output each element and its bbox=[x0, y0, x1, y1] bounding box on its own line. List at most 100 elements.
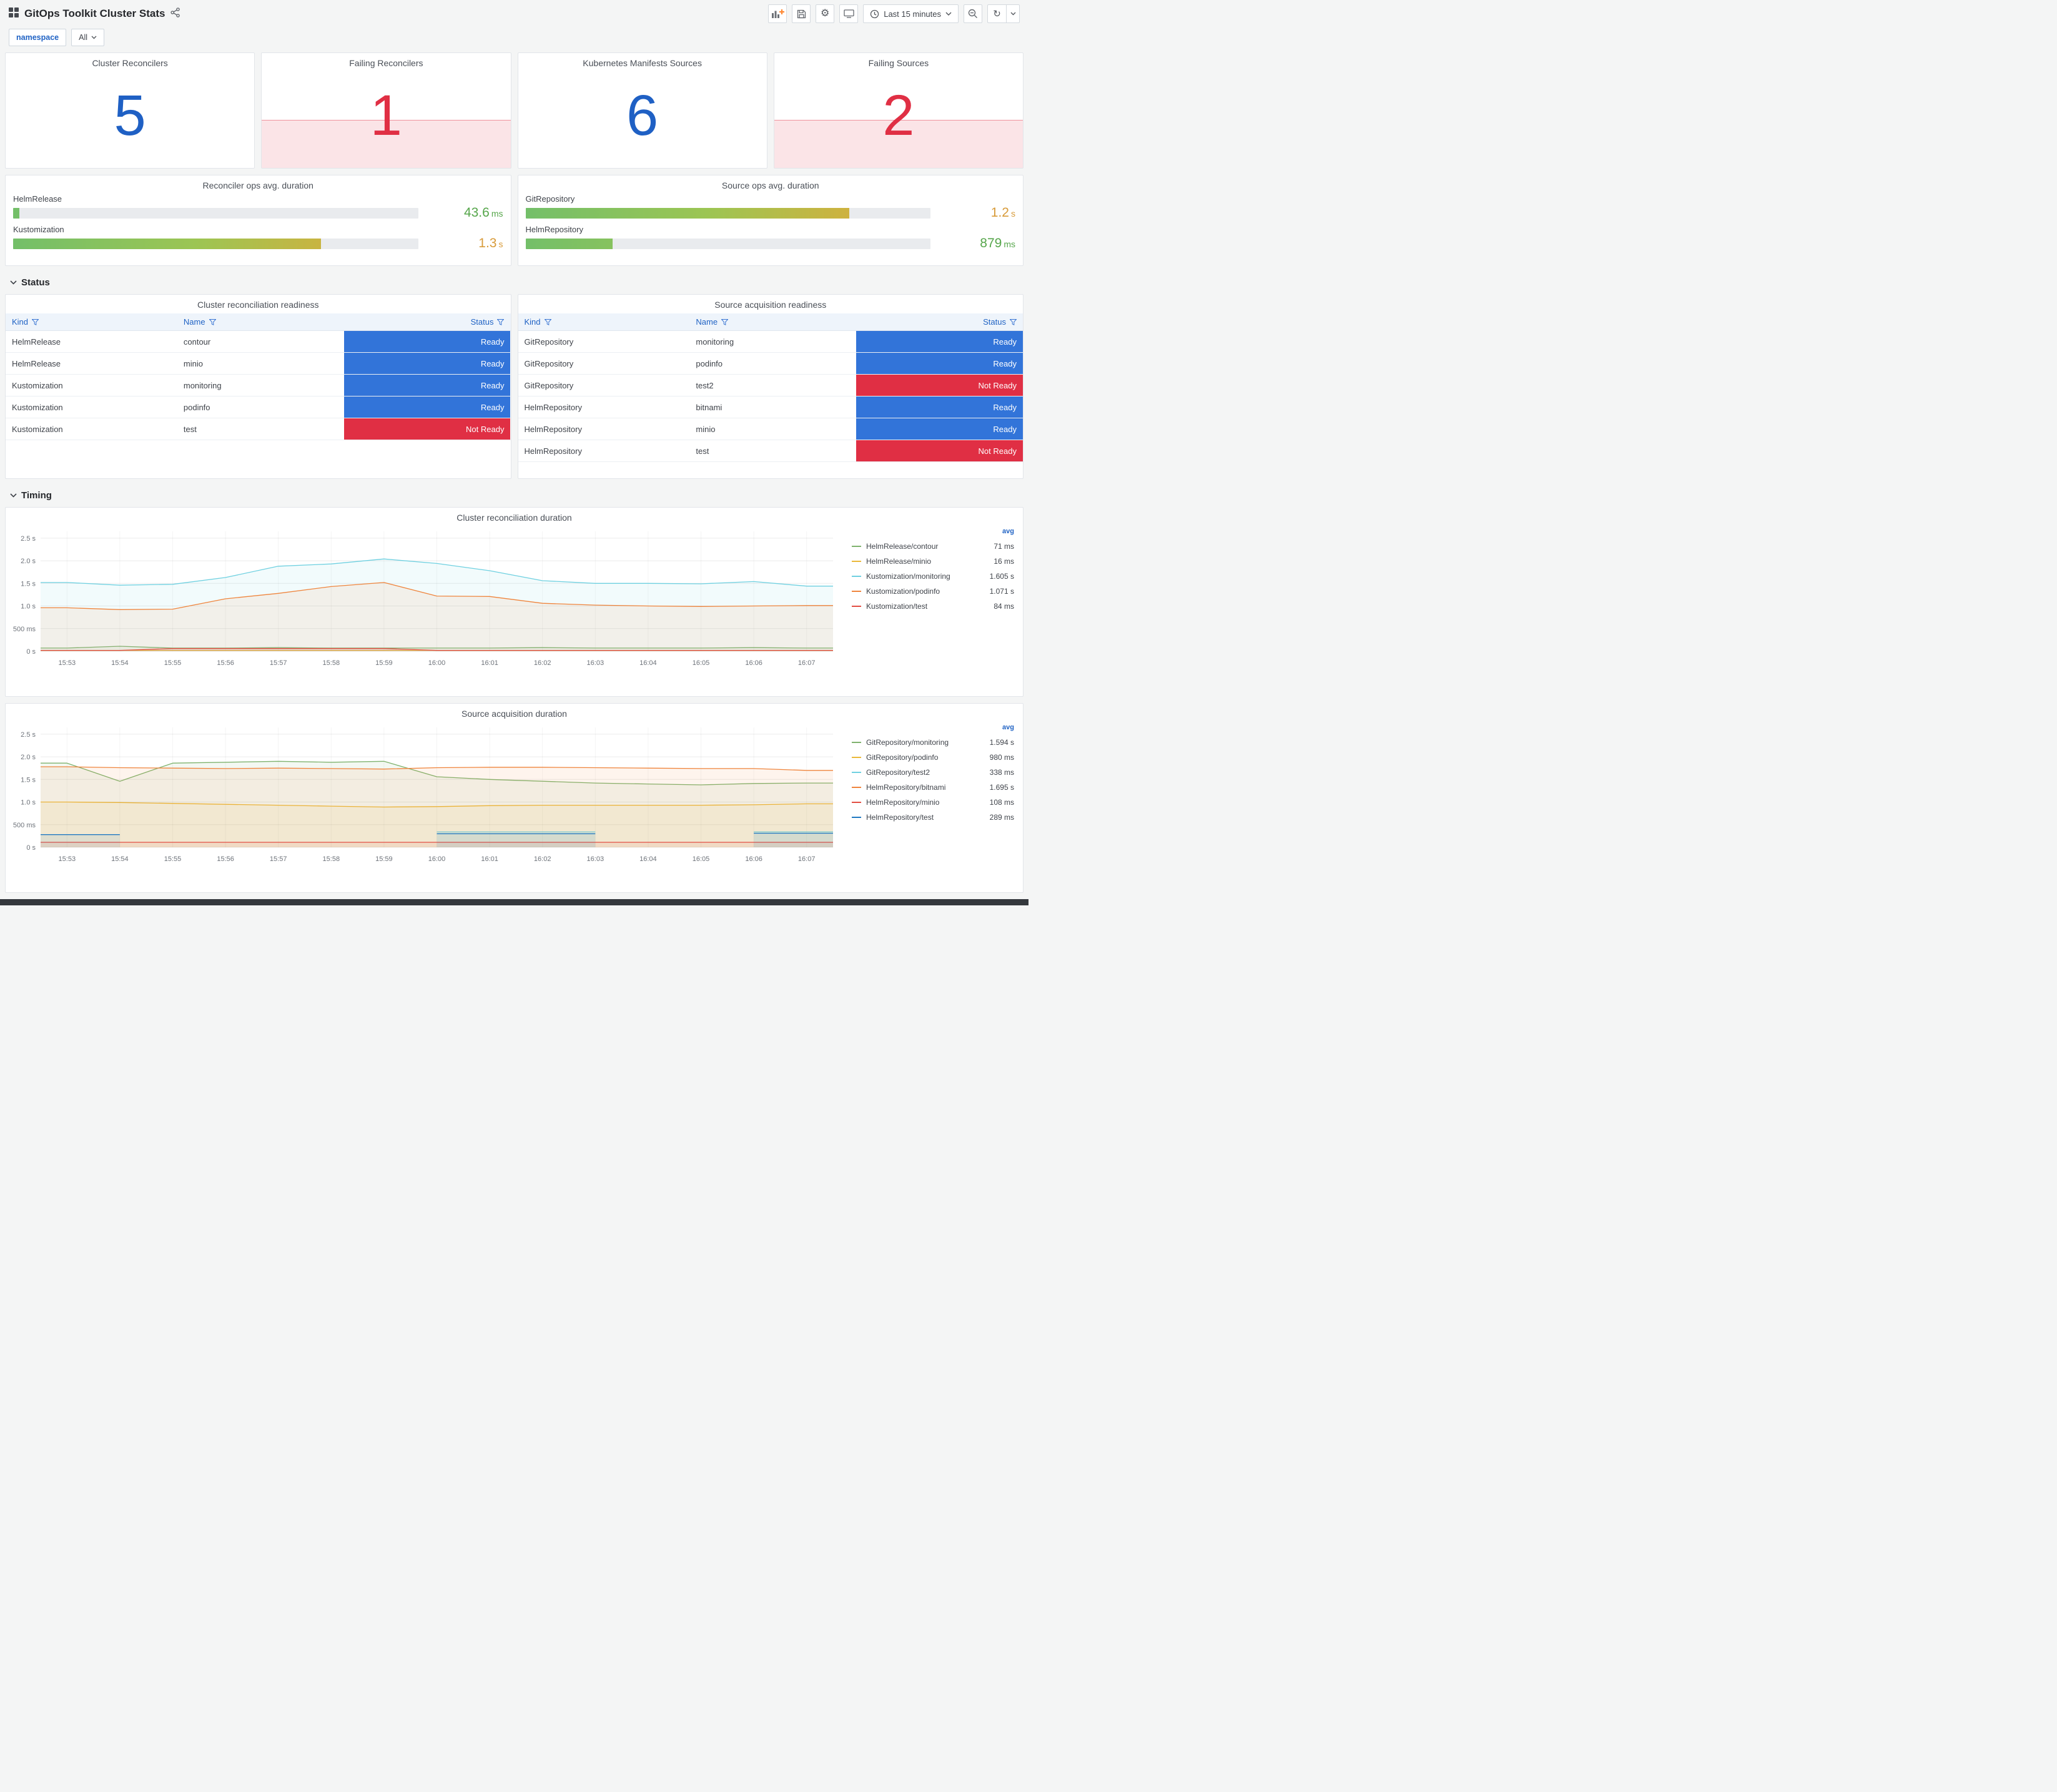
svg-text:15:53: 15:53 bbox=[59, 659, 76, 667]
column-header-name[interactable]: Name bbox=[689, 313, 856, 330]
gauge-label: GitRepository bbox=[525, 194, 575, 204]
toolbar: ⚙ Last 15 minutes ↻ bbox=[768, 4, 1020, 23]
column-header-status[interactable]: Status bbox=[856, 313, 1023, 330]
legend-item[interactable]: HelmRelease/contour 71 ms bbox=[852, 539, 1014, 554]
cell-kind: Kustomization bbox=[12, 424, 63, 434]
svg-text:500 ms: 500 ms bbox=[13, 822, 36, 829]
legend-item[interactable]: HelmRepository/bitnami 1.695 s bbox=[852, 780, 1014, 795]
refresh-interval-dropdown[interactable] bbox=[1006, 4, 1020, 23]
bar-gauge-row: Kustomization 1.3 s bbox=[13, 225, 503, 251]
legend-swatch bbox=[852, 576, 861, 577]
svg-text:16:03: 16:03 bbox=[587, 855, 604, 863]
table-row: GitRepository monitoring Ready bbox=[518, 331, 1023, 353]
svg-text:16:01: 16:01 bbox=[481, 855, 498, 863]
filter-funnel-icon bbox=[721, 318, 729, 325]
legend-item[interactable]: GitRepository/test2 338 ms bbox=[852, 765, 1014, 780]
stat-panel-manifests-sources: Kubernetes Manifests Sources 6 bbox=[517, 52, 767, 169]
cell-name: minio bbox=[696, 424, 716, 434]
legend-item[interactable]: HelmRepository/minio 108 ms bbox=[852, 795, 1014, 810]
filter-funnel-icon bbox=[209, 318, 216, 325]
legend-swatch bbox=[852, 591, 861, 592]
gauge-bar bbox=[525, 238, 613, 249]
chart-legend: avg GitRepository/monitoring 1.594 s GitRep… bbox=[846, 721, 1019, 890]
svg-text:1.0 s: 1.0 s bbox=[21, 799, 36, 807]
table-row: HelmRelease minio Ready bbox=[6, 353, 511, 375]
legend-series-name: HelmRelease/minio bbox=[866, 557, 932, 566]
legend-series-name: Kustomization/test bbox=[866, 602, 928, 611]
column-header-status[interactable]: Status bbox=[344, 313, 511, 330]
save-dashboard-button[interactable] bbox=[792, 4, 811, 23]
variable-value-dropdown[interactable]: All bbox=[71, 29, 105, 46]
share-icon[interactable] bbox=[170, 7, 180, 21]
legend-swatch bbox=[852, 817, 861, 818]
legend-avg-header: avg bbox=[1002, 528, 1014, 535]
panel-title: Source acquisition duration bbox=[461, 709, 567, 719]
legend-series-name: HelmRelease/contour bbox=[866, 542, 939, 551]
stat-value: 2 bbox=[882, 84, 915, 147]
legend-item[interactable]: HelmRepository/test 289 ms bbox=[852, 810, 1014, 825]
dashboard-header: GitOps Toolkit Cluster Stats ⚙ Last 15 m… bbox=[0, 0, 1028, 27]
panel-title: Cluster reconciliation readiness bbox=[197, 300, 319, 310]
variable-label-namespace[interactable]: namespace bbox=[9, 29, 67, 46]
legend-avg-value: 1.071 s bbox=[989, 587, 1014, 596]
svg-text:16:06: 16:06 bbox=[745, 855, 762, 863]
legend-item[interactable]: GitRepository/podinfo 980 ms bbox=[852, 750, 1014, 765]
cell-name: monitoring bbox=[183, 380, 222, 390]
legend-avg-value: 1.605 s bbox=[989, 572, 1014, 581]
filter-funnel-icon bbox=[544, 318, 551, 325]
column-header-kind[interactable]: Kind bbox=[518, 313, 690, 330]
refresh-button[interactable]: ↻ bbox=[987, 4, 1006, 23]
add-panel-button[interactable] bbox=[768, 4, 787, 23]
stat-value: 5 bbox=[114, 84, 146, 147]
stat-panel-cluster-reconcilers: Cluster Reconcilers 5 bbox=[5, 52, 255, 169]
time-range-picker[interactable]: Last 15 minutes bbox=[863, 4, 959, 23]
gauge-bar bbox=[13, 238, 321, 249]
section-status[interactable]: Status bbox=[5, 272, 1024, 294]
cell-name: test bbox=[183, 424, 197, 434]
legend-series-name: GitRepository/podinfo bbox=[866, 753, 939, 762]
table-body: GitRepository monitoring Ready GitRepositor… bbox=[518, 331, 1023, 462]
gauge-label: HelmRelease bbox=[13, 194, 62, 204]
time-range-label: Last 15 minutes bbox=[884, 9, 941, 19]
svg-text:15:53: 15:53 bbox=[59, 855, 76, 863]
svg-text:2.0 s: 2.0 s bbox=[21, 754, 36, 761]
legend-swatch bbox=[852, 606, 861, 607]
stat-panel-failing-sources: Failing Sources 2 bbox=[773, 52, 1024, 169]
zoom-out-button[interactable] bbox=[964, 4, 982, 23]
svg-text:1.0 s: 1.0 s bbox=[21, 603, 36, 611]
stat-panel-failing-reconcilers: Failing Reconcilers 1 bbox=[261, 52, 511, 169]
cycle-view-tv-button[interactable] bbox=[839, 4, 859, 23]
cell-kind: Kustomization bbox=[12, 380, 63, 390]
legend-item[interactable]: Kustomization/monitoring 1.605 s bbox=[852, 569, 1014, 584]
cell-kind: HelmRelease bbox=[12, 337, 61, 347]
gauge-bar bbox=[525, 207, 850, 219]
table-row: Kustomization monitoring Ready bbox=[6, 375, 511, 396]
cell-kind: GitRepository bbox=[524, 337, 574, 347]
gauge-value: 1.2 s bbox=[990, 205, 1015, 220]
gauge-value: 879 ms bbox=[980, 236, 1015, 250]
legend-item[interactable]: HelmRelease/minio 16 ms bbox=[852, 554, 1014, 569]
cell-kind: HelmRepository bbox=[524, 446, 582, 456]
settings-gear-button[interactable]: ⚙ bbox=[816, 4, 835, 23]
cell-kind: HelmRepository bbox=[524, 424, 582, 434]
legend-item[interactable]: GitRepository/monitoring 1.594 s bbox=[852, 735, 1014, 750]
svg-text:15:55: 15:55 bbox=[164, 855, 182, 863]
column-header-kind[interactable]: Kind bbox=[6, 313, 177, 330]
section-timing[interactable]: Timing bbox=[5, 485, 1024, 507]
column-header-name[interactable]: Name bbox=[177, 313, 344, 330]
table-panel-cluster-readiness: Cluster reconciliation readiness Kind Nam… bbox=[5, 294, 511, 479]
status-badge: Ready bbox=[856, 353, 1023, 374]
legend-item[interactable]: Kustomization/podinfo 1.071 s bbox=[852, 584, 1014, 599]
cell-kind: HelmRelease bbox=[12, 358, 61, 368]
legend-swatch bbox=[852, 802, 861, 803]
clock-icon bbox=[870, 9, 879, 19]
gauge-bar bbox=[13, 207, 19, 219]
gauge-track bbox=[525, 207, 930, 219]
table-row: HelmRepository test Not Ready bbox=[518, 440, 1023, 462]
status-badge: Ready bbox=[856, 331, 1023, 352]
legend-item[interactable]: Kustomization/test 84 ms bbox=[852, 599, 1014, 614]
svg-text:16:01: 16:01 bbox=[481, 659, 498, 667]
filter-funnel-icon bbox=[1009, 318, 1017, 325]
table-row: HelmRepository minio Ready bbox=[518, 418, 1023, 440]
chevron-down-icon bbox=[945, 11, 952, 16]
